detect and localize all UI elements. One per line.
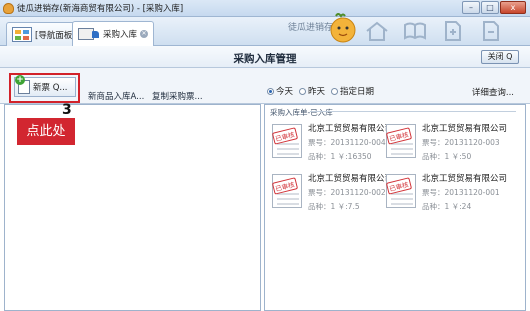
date-option-today[interactable]: 今天 — [267, 85, 293, 97]
minimize-button[interactable]: – — [462, 1, 480, 14]
tab-purchase-inbound[interactable]: 采购入库 ✕ — [72, 21, 155, 46]
inbound-ticket-card[interactable]: 已审核 北京工贸贸易有限公司 票号：20131120-004 品种：1 ￥:16… — [271, 122, 394, 168]
melon-mascot-icon — [330, 13, 356, 43]
ticket-number: 票号：20131120-003 — [422, 138, 500, 147]
close-page-button[interactable]: 关闭 Q — [481, 50, 519, 64]
ticket-summary: 品种：1 ￥:24 — [422, 202, 472, 211]
tab-navigation-panel[interactable]: [导航面板] — [6, 22, 82, 46]
supplier-name: 北京工贸贸易有限公司 — [308, 174, 394, 184]
radio-icon — [331, 87, 339, 95]
radio-selected-icon — [267, 87, 274, 95]
ticket-number: 票号：20131120-002 — [308, 188, 386, 197]
tab-label: [导航面板] — [35, 30, 76, 41]
date-option-label: 今天 — [276, 87, 294, 97]
window-titlebar: 徒瓜进销存(新海商贸有限公司) - [采购入库] – □ x — [0, 0, 530, 17]
ticket-number: 票号：20131120-001 — [422, 188, 500, 197]
new-goods-inbound-link[interactable]: 新商品入库A... — [88, 90, 144, 102]
callout-label: 点此处 — [17, 118, 75, 145]
app-icon — [3, 3, 14, 14]
ticket-summary: 品种：1 ￥:50 — [422, 152, 472, 161]
copy-purchase-ticket-link[interactable]: 复制采购票... — [152, 90, 203, 102]
home-icon[interactable] — [364, 20, 390, 42]
inbound-ticket-card[interactable]: 已审核 北京工贸贸易有限公司 票号：20131120-002 品种：1 ￥:7.… — [271, 172, 394, 218]
supplier-name: 北京工贸贸易有限公司 — [422, 124, 508, 134]
remove-document-icon[interactable] — [478, 20, 504, 42]
tab-label: 采购入库 — [103, 30, 138, 40]
inbound-ticket-card[interactable]: 已审核 北京工贸贸易有限公司 票号：20131120-003 品种：1 ￥:50 — [385, 122, 508, 168]
highlight-box — [9, 73, 80, 103]
add-document-icon[interactable] — [440, 20, 466, 42]
date-option-label: 昨天 — [308, 87, 326, 97]
detailed-query-link[interactable]: 详细查询... — [472, 86, 514, 98]
date-filter: 今天 昨天 指定日期 — [267, 85, 374, 97]
step-number: 3 — [62, 102, 72, 118]
close-window-button[interactable]: x — [500, 1, 526, 14]
radio-icon — [299, 87, 307, 95]
window-controls: – □ x — [462, 1, 526, 14]
maximize-button[interactable]: □ — [481, 1, 499, 14]
inbound-ticket-card[interactable]: 已审核 北京工贸贸易有限公司 票号：20131120-001 品种：1 ￥:24 — [385, 172, 508, 218]
date-option-yesterday[interactable]: 昨天 — [299, 85, 325, 97]
window-title: 徒瓜进销存(新海商贸有限公司) - [采购入库] — [17, 4, 184, 14]
ticket-summary: 品种：1 ￥:16350 — [308, 152, 372, 161]
truck-icon — [78, 26, 100, 42]
page-title: 采购入库管理 — [233, 53, 297, 65]
supplier-name: 北京工贸贸易有限公司 — [308, 124, 394, 134]
date-option-label: 指定日期 — [340, 87, 375, 97]
group-label: 采购入库单-已入库 — [270, 107, 335, 118]
tab-close-icon[interactable]: ✕ — [140, 30, 149, 38]
supplier-name: 北京工贸贸易有限公司 — [422, 174, 508, 184]
ticket-number: 票号：20131120-004 — [308, 138, 386, 147]
page-header: 采购入库管理 关闭 Q — [0, 46, 530, 68]
ticket-summary: 品种：1 ￥:7.5 — [308, 202, 360, 211]
group-divider — [310, 111, 516, 112]
grid-icon — [12, 27, 32, 42]
book-icon[interactable] — [402, 20, 428, 42]
date-option-custom[interactable]: 指定日期 — [331, 85, 374, 97]
brand-text: 徒瓜进销存 — [288, 23, 334, 33]
